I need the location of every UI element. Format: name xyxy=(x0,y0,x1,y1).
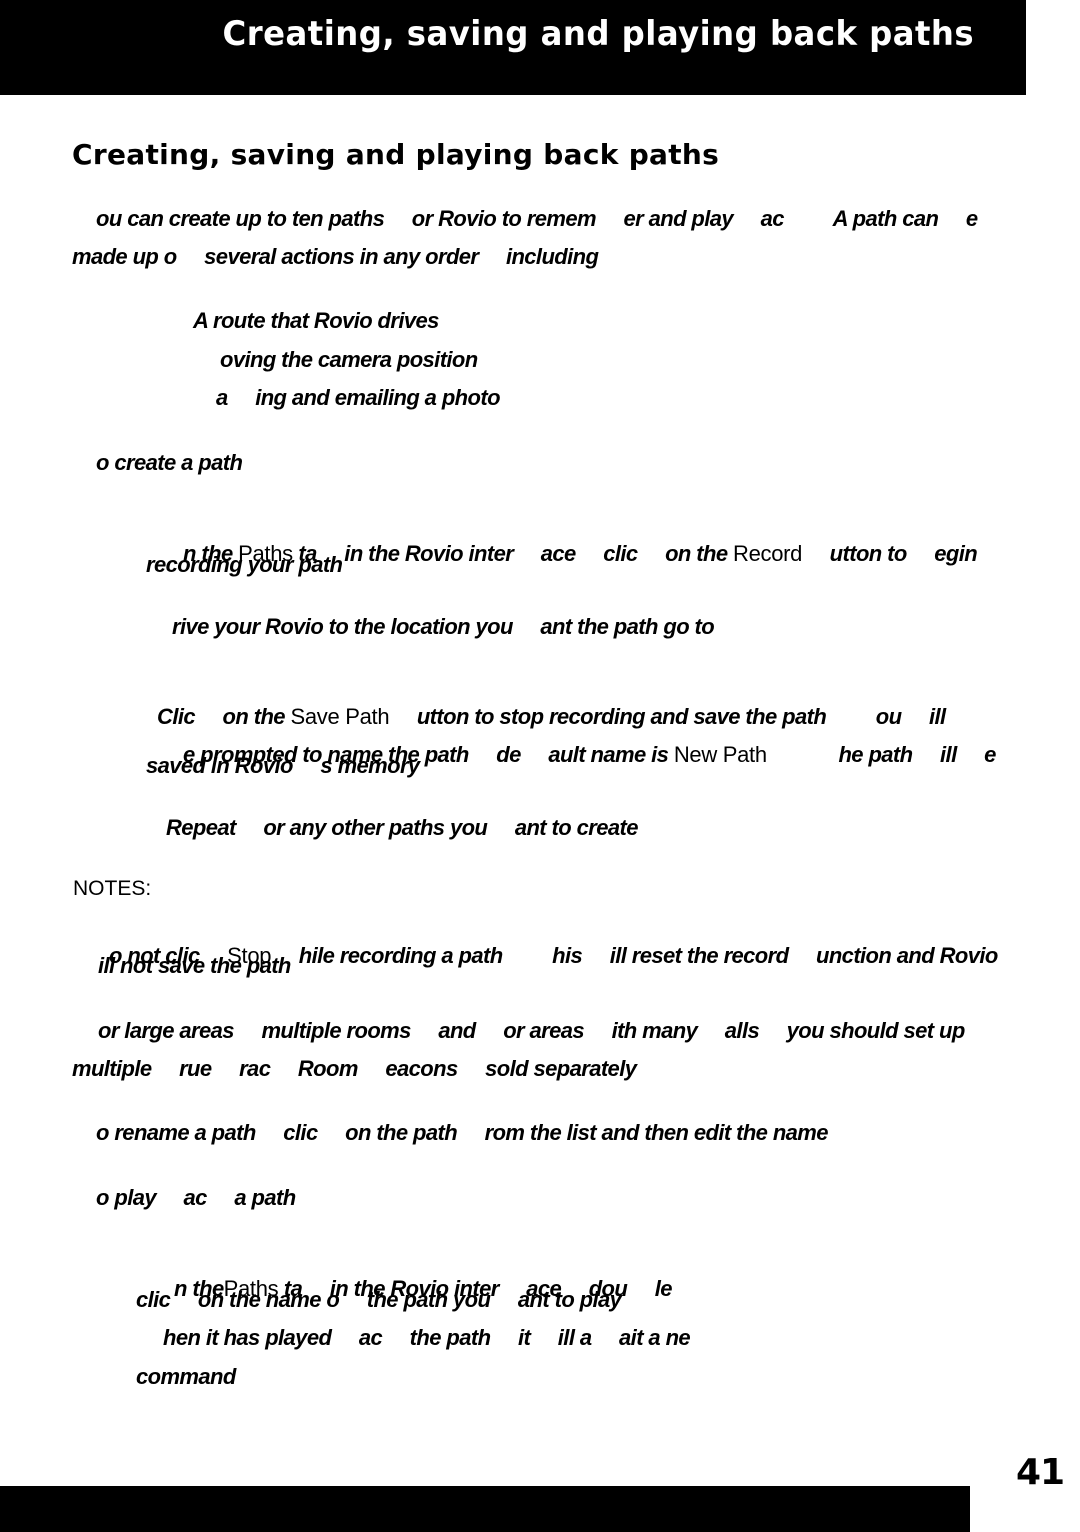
step-3-text: he path ill e xyxy=(766,742,996,767)
play-line-3: hen it has played ac the path it ill a a… xyxy=(163,1325,691,1350)
page-number: 41 xyxy=(1016,1452,1065,1493)
step-3-line-3: saved in Rovio s memory xyxy=(146,753,420,778)
note-2-line-2: multiple rue rac Room eacons sold separa… xyxy=(72,1056,637,1081)
footer-bar xyxy=(0,1486,970,1532)
intro-line-1: ou can create up to ten paths or Rovio t… xyxy=(96,206,978,231)
play-line-2: clic on the name o the path you ant to p… xyxy=(136,1287,622,1312)
create-path-heading: o create a path xyxy=(96,450,243,475)
play-path-heading: o play ac a path xyxy=(96,1185,296,1210)
note-1-line-2: ill not save the path xyxy=(98,953,291,978)
step-2: rive your Rovio to the location you ant … xyxy=(172,614,715,639)
notes-label: NOTES: xyxy=(73,877,152,900)
step-4: Repeat or any other paths you ant to cre… xyxy=(166,815,638,840)
action-item-photo: a ing and emailing a photo xyxy=(216,385,501,410)
play-line-4: command xyxy=(136,1364,236,1389)
step-1-text: ta in the Rovio inter ace clic on the xyxy=(292,541,733,566)
action-item-camera: oving the camera position xyxy=(220,347,478,372)
header-title: Creating, saving and playing back paths xyxy=(222,14,974,54)
note-2-line-1: or large areas multiple rooms and or are… xyxy=(98,1018,965,1043)
default-path-name: New Path xyxy=(673,742,767,767)
header-bar: Creating, saving and playing back paths xyxy=(0,0,1026,95)
intro-line-2: made up o several actions in any order i… xyxy=(72,244,599,269)
record-button-name: Record xyxy=(732,541,803,566)
step-1-line-2: recording your path xyxy=(146,552,343,577)
action-item-route: A route that Rovio drives xyxy=(193,308,439,333)
section-title: Creating, saving and playing back paths xyxy=(72,138,720,171)
step-1-text: utton to egin xyxy=(802,541,978,566)
note-1-text: hile recording a path his ill reset the … xyxy=(271,943,999,968)
note-3: o rename a path clic on the path rom the… xyxy=(96,1120,829,1145)
